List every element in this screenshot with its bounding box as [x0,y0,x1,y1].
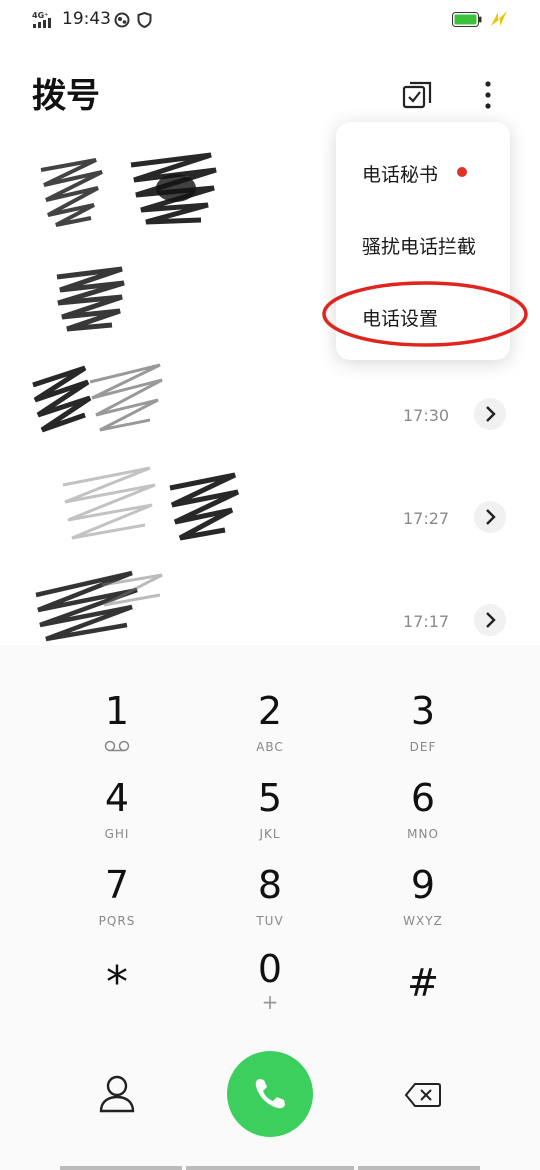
redacted-name [32,363,163,433]
call-log-row[interactable]: 17:17 [0,565,540,642]
notification-dot [457,167,467,177]
voicemail-icon [104,740,130,752]
status-time: 19:43 [62,9,111,29]
multi-select-icon[interactable] [401,79,433,111]
dial-key-7[interactable]: 7 PQRS [42,864,192,944]
backspace-icon[interactable] [404,1081,442,1109]
charging-icon [491,11,507,26]
dial-key-star[interactable]: * [42,961,192,1042]
svg-text:4G⁺: 4G⁺ [32,11,48,20]
contacts-icon[interactable] [98,1074,136,1114]
more-vertical-icon[interactable] [476,78,500,112]
dial-key-6[interactable]: 6 MNO [348,777,498,857]
shield-icon [137,12,152,28]
redacted-name [40,152,217,227]
chevron-right-icon[interactable] [474,604,506,636]
chevron-right-icon[interactable] [474,398,506,430]
page-title: 拨号 [32,76,100,116]
dial-key-5[interactable]: 5 JKL [195,777,345,857]
call-log-row[interactable]: 17:30 [0,360,540,433]
menu-item-spam-block[interactable]: 骚扰电话拦截 [362,232,476,259]
redacted-name [62,466,240,541]
dial-key-2[interactable]: 2 ABC [195,690,345,770]
navigation-bar [60,1166,480,1170]
call-log-row[interactable]: 17:27 [0,460,540,541]
chevron-right-icon[interactable] [474,501,506,533]
call-button[interactable] [227,1051,313,1137]
dial-key-8[interactable]: 8 TUV [195,864,345,944]
dial-key-hash[interactable]: # [348,962,498,1042]
call-time: 17:27 [403,509,450,528]
dial-key-3[interactable]: 3 DEF [348,690,498,770]
menu-item-call-secretary[interactable]: 电话秘书 [362,160,438,187]
call-time: 17:30 [403,406,450,425]
redacted-name [35,570,163,642]
phone-icon [255,1079,285,1109]
highlight-annotation [322,281,528,347]
battery-icon [452,12,482,27]
dial-key-9[interactable]: 9 WXYZ [348,864,498,944]
dial-key-1[interactable]: 1 [42,690,192,770]
dial-key-0[interactable]: 0 + [195,948,345,1028]
notification-icon [114,12,130,28]
signal-icon: 4G⁺ [32,11,51,28]
status-bar: 4G⁺ 19:43 [0,0,540,40]
dial-key-4[interactable]: 4 GHI [42,777,192,857]
call-time: 17:17 [403,612,450,631]
redacted-name [56,266,125,332]
